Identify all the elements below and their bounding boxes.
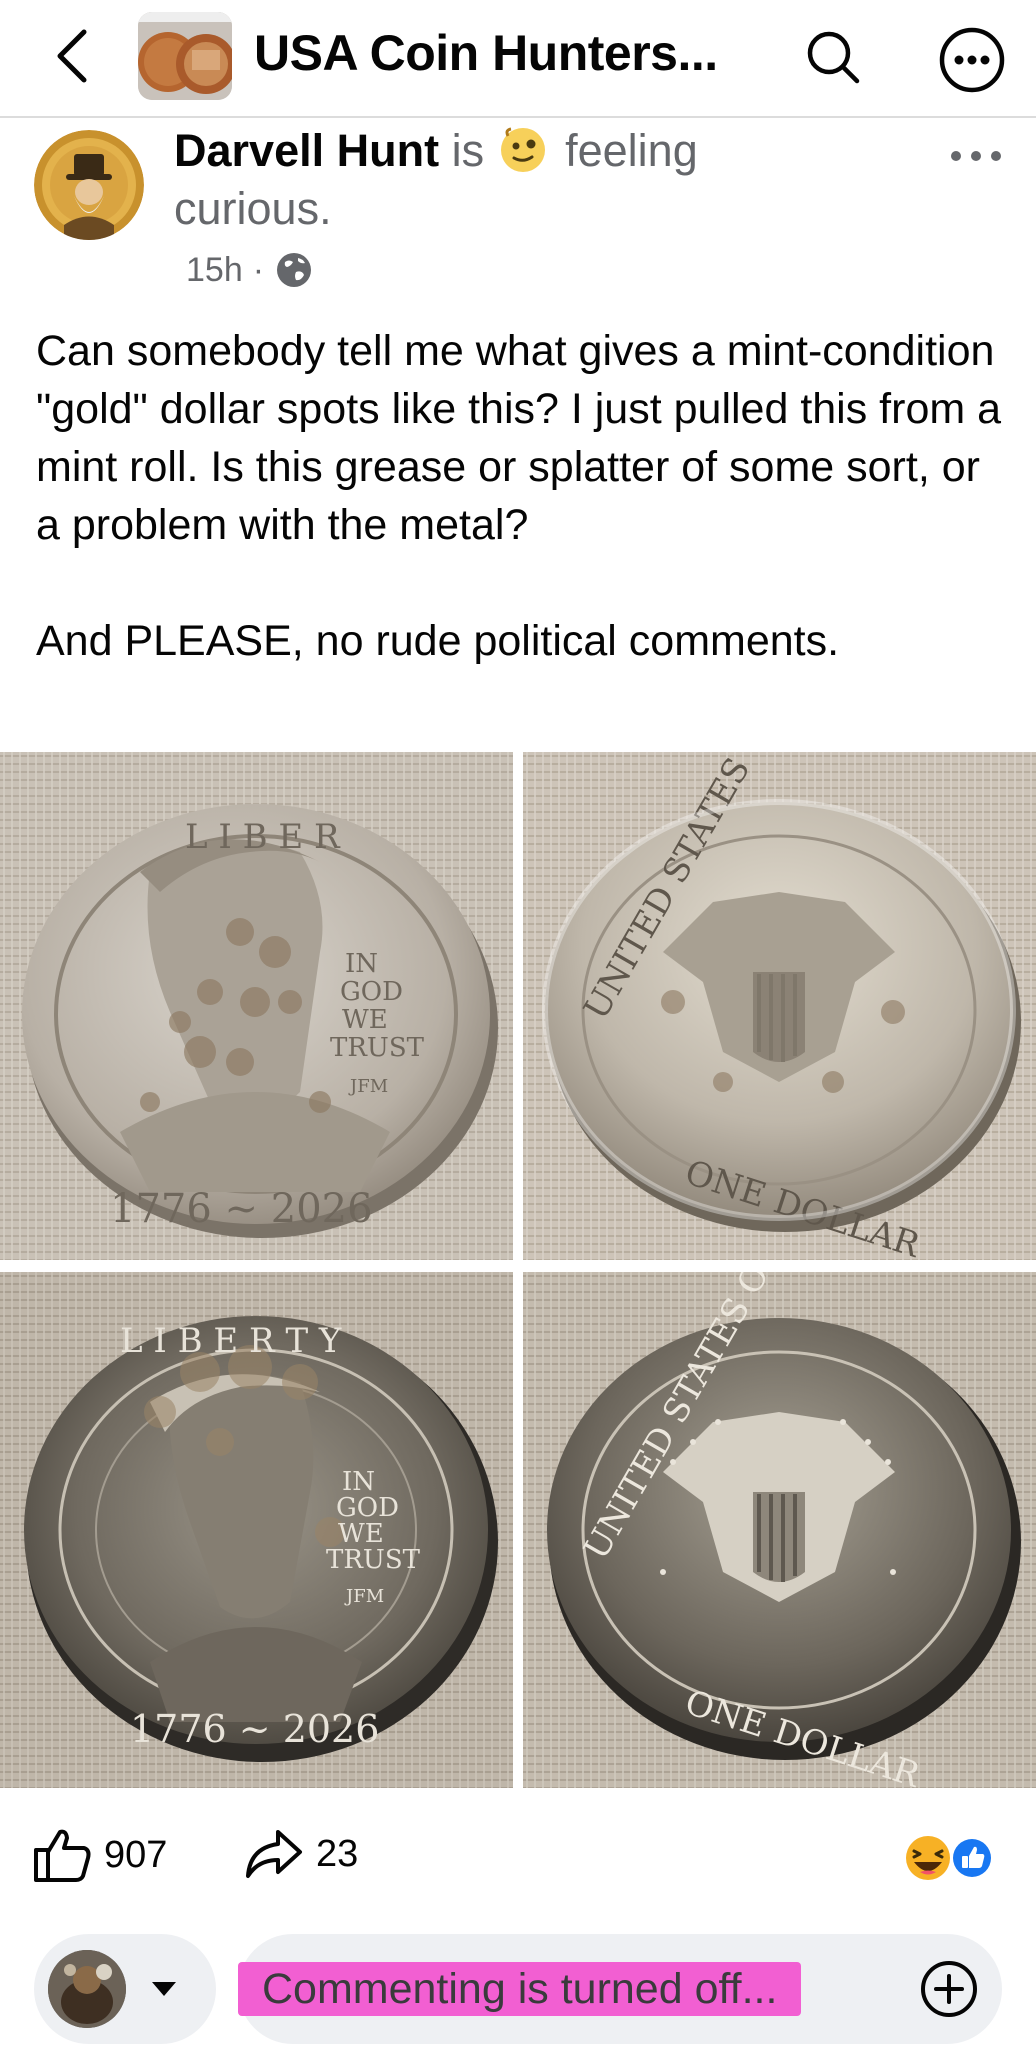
svg-text:L I B E R T Y: L I B E R T Y (120, 1321, 342, 1361)
author-name[interactable]: Darvell Hunt (174, 125, 439, 176)
svg-text:JFM: JFM (344, 1586, 384, 1607)
search-icon (807, 31, 860, 84)
svg-text:1776 ~ 2026: 1776 ~ 2026 (130, 1707, 379, 1751)
post-meta: 15h · (186, 250, 314, 290)
share-button[interactable]: 23 (244, 1826, 358, 1882)
like-count: 907 (104, 1833, 168, 1876)
comment-placeholder: Commenting is turned off... (238, 1962, 802, 2016)
post-time[interactable]: 15h (186, 251, 243, 290)
globe-icon (277, 253, 312, 287)
haha-icon (906, 1836, 950, 1880)
post-author-line: Darvell Hunt is feeling curious. (174, 122, 794, 238)
like-button[interactable]: 907 (32, 1826, 167, 1884)
svg-text:1776 ~ 2026: 1776 ~ 2026 (110, 1186, 373, 1232)
svg-text:WE: WE (342, 1005, 388, 1035)
svg-text:TRUST: TRUST (326, 1545, 421, 1575)
more-options-button[interactable] (936, 24, 1008, 96)
svg-text:IN: IN (345, 949, 378, 979)
post-paragraph: Can somebody tell me what gives a mint-c… (36, 327, 1002, 549)
svg-text:GOD: GOD (340, 977, 403, 1007)
back-button[interactable] (40, 20, 104, 92)
more-options-icon (939, 27, 1005, 93)
top-bar: USA Coin Hunters... (0, 0, 1036, 118)
comment-input[interactable]: Commenting is turned off... (238, 1934, 1002, 2044)
svg-text:L I B E R: L I B E R (185, 817, 341, 857)
status-prefix: is (451, 125, 485, 176)
svg-text:TRUST: TRUST (330, 1033, 425, 1063)
search-button[interactable] (800, 24, 866, 90)
photo-coin-obverse-1[interactable]: IN GOD WE TRUST JFM L I B E R 1776 ~ 202… (0, 752, 513, 1260)
share-count: 23 (316, 1832, 359, 1875)
post-options-button[interactable] (944, 136, 1008, 176)
chevron-left-icon (57, 29, 87, 83)
photo-coin-reverse-2[interactable]: UNITED STATES OF AMERICA ONE DOLLAR (523, 1272, 1036, 1788)
self-avatar (48, 1950, 126, 2028)
profile-switcher[interactable] (34, 1934, 216, 2044)
reaction-summary[interactable] (900, 1834, 1000, 1882)
svg-text:JFM: JFM (348, 1076, 388, 1097)
share-icon (246, 1830, 302, 1878)
add-icon[interactable] (920, 1960, 978, 2018)
photo-grid: IN GOD WE TRUST JFM L I B E R 1776 ~ 202… (0, 752, 1036, 1788)
chevron-down-icon (152, 1982, 176, 1996)
thumbs-up-icon (34, 1829, 91, 1882)
photo-coin-obverse-2[interactable]: IN GOD WE TRUST JFM L I B E R T Y 1776 ~… (0, 1272, 513, 1788)
reactions-bar: 907 23 (0, 1808, 1036, 1898)
curious-emoji-icon (500, 127, 545, 172)
post-body: Can somebody tell me what gives a mint-c… (36, 322, 1006, 670)
group-thumbnail[interactable] (138, 12, 232, 100)
photo-coin-reverse-1[interactable]: UNITED STATES OF AMERICA ONE DOLLAR (523, 752, 1036, 1260)
comment-bar: Commenting is turned off... (0, 1930, 1036, 2048)
like-reaction-icon (950, 1836, 994, 1880)
group-title[interactable]: USA Coin Hunters... (254, 24, 718, 82)
meta-separator: · (252, 250, 265, 289)
author-avatar[interactable] (34, 130, 144, 240)
ellipsis-icon (951, 151, 1001, 161)
post-paragraph: And PLEASE, no rude political comments. (36, 617, 840, 665)
